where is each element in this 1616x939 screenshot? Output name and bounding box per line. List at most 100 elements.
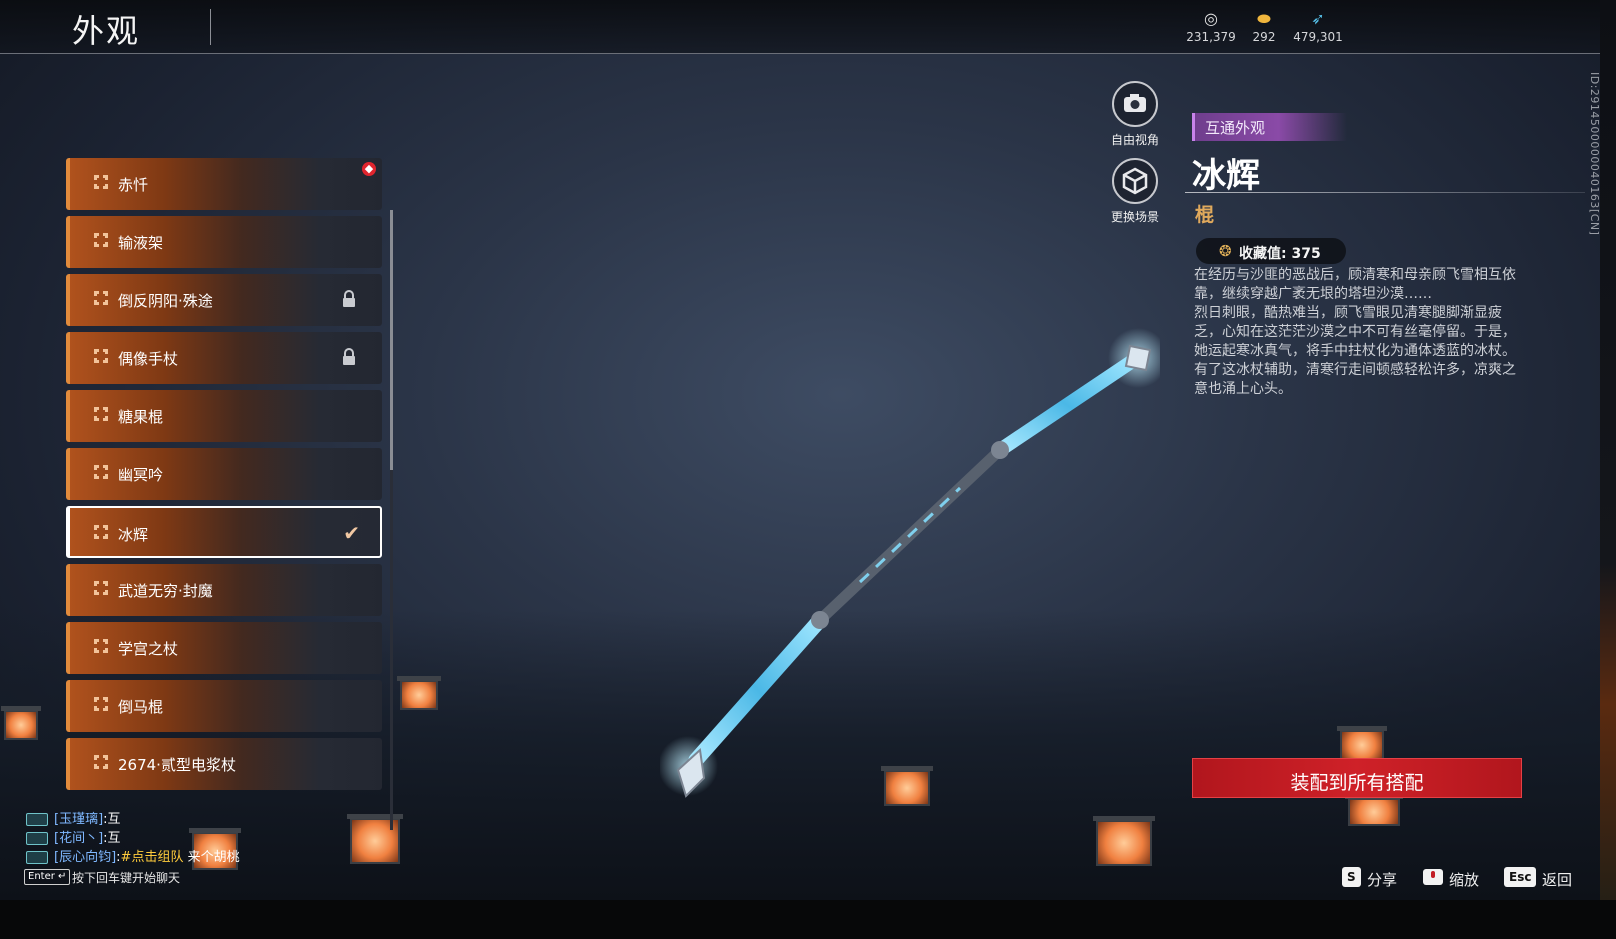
info-divider [1185,192,1585,193]
list-item[interactable]: 倒反阴阳·殊途 [66,274,382,326]
list-item[interactable]: 武道无穷·封魔 [66,564,382,616]
quality-icon [94,175,108,189]
currency-silver: ◎ 231,379 [1181,8,1241,44]
lock-icon [343,290,355,307]
new-badge-icon: ◆ [362,162,376,176]
appearance-screen: 外观 ◎ 231,379 ⬬ 292 ➶ 479,301 赤忏 ◆ 输液架 倒反… [0,0,1616,939]
title-divider [210,9,211,45]
feather-icon: ➶ [1311,9,1325,28]
team-join-link[interactable]: #点击组队 [121,850,184,865]
window-edge [0,900,1616,939]
item-name: 冰辉 [1192,156,1260,196]
share-key[interactable]: S [1342,867,1361,887]
chat-message: :互 [103,812,121,827]
quality-icon [94,755,108,769]
quality-icon [94,349,108,363]
window-edge [1600,0,1616,939]
list-item-label: 幽冥吟 [118,466,164,484]
list-item-label: 赤忏 [118,176,149,194]
change-scene-button[interactable] [1112,158,1158,204]
esc-key[interactable]: Esc [1504,867,1537,887]
equip-all-label: 装配到所有搭配 [1290,772,1424,794]
currency-gold: ⬬ 292 [1234,8,1294,44]
chat-enter-hint: 按下回车键开始聊天 [72,871,181,885]
chat-channel-icon [26,851,48,864]
weapon-preview[interactable] [660,320,1160,810]
currency-feather: ➶ 479,301 [1288,8,1348,44]
share-label[interactable]: 分享 [1367,869,1397,890]
currency-feather-value: 479,301 [1293,30,1343,44]
currency-gold-value: 292 [1252,30,1276,44]
list-item-label: 倒马棍 [118,698,164,716]
list-scroll-thumb[interactable] [390,210,393,470]
free-view-button[interactable] [1112,81,1158,127]
list-item-label: 偶像手杖 [118,350,179,368]
chat-player-name[interactable]: [玉瑾璃] [54,812,103,827]
page-title: 外观 [72,12,141,50]
list-item-label: 2674·贰型电浆杖 [118,756,236,774]
appearance-list[interactable]: 赤忏 ◆ 输液架 倒反阴阳·殊途 偶像手杖 糖果棍 幽冥吟 冰辉 ✔ 武道无穷·… [66,150,396,830]
collection-icon: ❂ [1219,242,1232,260]
tag-label: 互通外观 [1205,119,1266,137]
chat-line: [辰心向钧]:#点击组队 来个胡桃 [26,846,240,865]
gold-ingot-icon: ⬬ [1257,9,1271,28]
enter-key[interactable]: Enter ↵ [24,869,71,885]
chat-channel-icon [26,832,48,845]
lantern-decoration [1,706,41,740]
check-icon: ✔ [343,521,360,545]
equip-all-button[interactable]: 装配到所有搭配 [1192,758,1522,798]
top-bar: 外观 ◎ 231,379 ⬬ 292 ➶ 479,301 [0,0,1600,54]
chat-line: [花间丶]:互 [26,827,121,846]
silver-coin-icon: ◎ [1204,9,1218,28]
chat-channel-icon [26,813,48,826]
list-item-label: 武道无穷·封魔 [118,582,213,600]
lock-icon [343,348,355,365]
change-scene-label: 更换场景 [1110,210,1159,224]
list-item-label: 冰辉 [118,526,149,544]
quality-icon [94,233,108,247]
chat-line: [玉瑾璃]:互 [26,808,121,827]
chat-player-name[interactable]: [辰心向钧] [54,850,116,865]
currency-silver-value: 231,379 [1186,30,1236,44]
lantern-decoration [1093,816,1155,866]
mouse-wheel-icon [1423,869,1443,885]
lantern-decoration [397,676,441,710]
collection-value-badge: ❂ 收藏值: 375 [1196,238,1346,264]
lantern-decoration [1345,794,1403,826]
list-item[interactable]: 赤忏 ◆ [66,158,382,210]
cross-platform-tag: 互通外观 [1192,113,1347,141]
quality-icon [94,581,108,595]
list-item-label: 输液架 [118,234,164,252]
quality-icon [94,525,108,539]
quality-icon [94,639,108,653]
list-item[interactable]: 学宫之杖 [66,622,382,674]
list-item[interactable]: 糖果棍 [66,390,382,442]
description-paragraph: 有了这冰杖辅助，清寒行走间顿感轻松许多，凉爽之意也涌上心头。 [1194,362,1516,397]
list-item[interactable]: 输液架 [66,216,382,268]
free-view-label: 自由视角 [1110,133,1159,147]
list-item[interactable]: 幽冥吟 [66,448,382,500]
cube-icon [1122,167,1148,195]
lantern-decoration [1337,726,1387,760]
list-item-selected[interactable]: 冰辉 ✔ [66,506,382,558]
quality-icon [94,291,108,305]
zoom-label[interactable]: 缩放 [1449,869,1479,890]
list-item-label: 学宫之杖 [118,640,179,658]
list-item-label: 倒反阴阳·殊途 [118,292,213,310]
quality-icon [94,697,108,711]
chat-message: :互 [103,831,121,846]
quality-icon [94,407,108,421]
camera-icon [1124,94,1146,112]
item-type: 棍 [1195,204,1215,226]
chat-player-name[interactable]: [花间丶] [54,831,103,846]
list-item[interactable]: 倒马棍 [66,680,382,732]
collection-value: 收藏值: 375 [1239,246,1321,262]
chat-message: 来个胡桃 [187,850,240,865]
back-label[interactable]: 返回 [1542,869,1572,890]
list-item[interactable]: 偶像手杖 [66,332,382,384]
list-item-label: 糖果棍 [118,408,164,426]
quality-icon [94,465,108,479]
item-description: 在经历与沙匪的恶战后，顾清寒和母亲顾飞雪相互依靠，继续穿越广袤无垠的塔坦沙漠……… [1194,266,1529,399]
description-paragraph: 烈日刺眼，酷热难当，顾飞雪眼见清寒腿脚渐显疲乏，心知在这茫茫沙漠之中不可有丝毫停… [1194,305,1516,359]
list-item[interactable]: 2674·贰型电浆杖 [66,738,382,790]
